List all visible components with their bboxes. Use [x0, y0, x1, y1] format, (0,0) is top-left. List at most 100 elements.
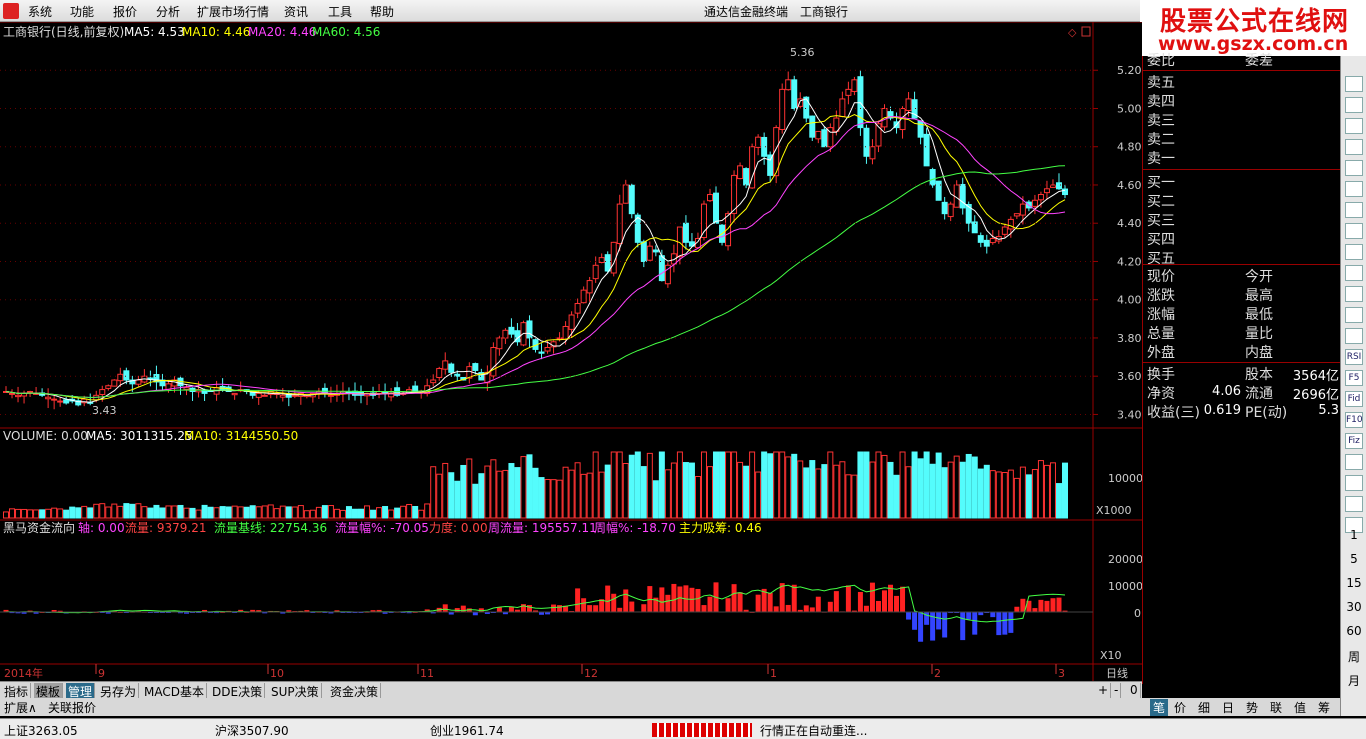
volume-bar [231, 505, 238, 519]
tool-icon-7[interactable] [1345, 223, 1363, 239]
candle-body [1043, 188, 1050, 194]
candle-body [1031, 199, 1038, 207]
tool-icon-5[interactable] [1345, 181, 1363, 197]
tool-icon-8[interactable] [1345, 244, 1363, 260]
period-button-2[interactable]: 15 [1341, 576, 1366, 590]
quote-info-left-4: 外盘 [1147, 345, 1175, 361]
candle-body [15, 394, 22, 398]
period-button-5[interactable]: 周 [1341, 648, 1366, 665]
flow-bar [1044, 600, 1050, 612]
flow-bar [641, 604, 647, 612]
menu-item-quote[interactable]: 报价 [113, 3, 137, 20]
tool-icon-2[interactable] [1345, 118, 1363, 134]
tab-1[interactable]: 模板 [34, 683, 64, 699]
ext-tab-1[interactable]: 关联报价 [48, 699, 96, 716]
zoom-tab-1[interactable]: - [1112, 683, 1122, 698]
tab-5[interactable]: DDE决策 [210, 683, 266, 699]
quote-extra-l1-1: 净资 [1147, 386, 1175, 402]
right-tab-4[interactable]: 势 [1246, 699, 1258, 716]
menu-item-news[interactable]: 资讯 [284, 3, 308, 20]
candle-body [279, 394, 286, 398]
period-button-6[interactable]: 月 [1341, 672, 1366, 689]
tool-icon-19[interactable] [1345, 475, 1363, 491]
candle-body [57, 400, 64, 403]
right-tab-1[interactable]: 价 [1174, 699, 1186, 716]
tab-6[interactable]: SUP决策 [269, 683, 322, 699]
volume-bar [544, 479, 551, 519]
menu-item-help[interactable]: 帮助 [370, 3, 394, 20]
flow-bar [731, 584, 737, 612]
candle-body [496, 337, 503, 350]
candle-body [640, 241, 647, 262]
ext-tab-0[interactable]: 扩展∧ [4, 699, 37, 716]
right-tab-2[interactable]: 细 [1198, 699, 1210, 716]
volume-bar [694, 476, 701, 519]
menu-item-function[interactable]: 功能 [70, 3, 94, 20]
status-sh-index[interactable]: 上证3263.05 [4, 722, 78, 739]
tool-icon-16[interactable]: F10 [1345, 412, 1363, 428]
volume-bar [315, 506, 322, 519]
period-button-3[interactable]: 30 [1341, 600, 1366, 614]
tool-icon-3[interactable] [1345, 139, 1363, 155]
kline-chart[interactable]: 工商银行(日线,前复权) MA5: 4.53 MA10: 4.46 MA20: … [0, 22, 1142, 684]
volume-bar [45, 508, 52, 519]
period-button-0[interactable]: 1 [1341, 528, 1366, 542]
flow-bar [442, 604, 448, 612]
tool-icon-20[interactable] [1345, 496, 1363, 512]
tool-icon-13[interactable]: RSI [1345, 349, 1363, 365]
flow-bar [827, 601, 833, 612]
flow-bar [833, 591, 839, 612]
tool-icon-4[interactable] [1345, 160, 1363, 176]
flow-bar [857, 591, 863, 612]
menu-item-ext-market[interactable]: 扩展市场行情 [197, 3, 269, 20]
tool-icon-15[interactable]: Fid [1345, 391, 1363, 407]
price-tick-6: 4.00 [1117, 294, 1142, 307]
tab-7[interactable]: 资金决策 [328, 683, 382, 699]
volume-bar [33, 509, 40, 519]
tool-icon-11[interactable] [1345, 307, 1363, 323]
tool-icon-12[interactable] [1345, 328, 1363, 344]
right-tab-3[interactable]: 日 [1222, 699, 1234, 716]
period-button-1[interactable]: 5 [1341, 552, 1366, 566]
zoom-tab-0[interactable]: + [1096, 683, 1112, 698]
tool-icon-0[interactable] [1345, 76, 1363, 92]
right-tab-0[interactable]: 笔 [1150, 699, 1169, 716]
tool-icon-9[interactable] [1345, 265, 1363, 281]
tool-icon-17[interactable]: Fiz [1345, 433, 1363, 449]
menu-item-analysis[interactable]: 分析 [156, 3, 180, 20]
ma10-label: MA10: 4.46 [182, 25, 250, 39]
flow-bar [996, 612, 1002, 636]
tab-2[interactable]: 管理 [66, 683, 96, 699]
zoom-tab-2[interactable]: 0 [1128, 683, 1141, 698]
expand-icon[interactable]: ◇ [1068, 26, 1077, 39]
volume-bar [899, 451, 906, 519]
tab-3[interactable]: 另存为 [98, 683, 140, 699]
tab-0[interactable]: 指标 [2, 683, 32, 699]
flow-bar [671, 583, 677, 612]
flow-bar [881, 590, 887, 612]
right-tab-7[interactable]: 筹 [1318, 699, 1330, 716]
volume-ma10: MA10: 3144550.50 [184, 429, 298, 443]
tool-icon-14[interactable]: F5 [1345, 370, 1363, 386]
menu-item-system[interactable]: 系统 [28, 3, 52, 20]
candle-body [574, 303, 581, 314]
volume-bar [556, 479, 563, 519]
period-label[interactable]: 日线 [1106, 666, 1128, 680]
extension-tabs: 扩展∧ 关联报价 [0, 698, 1142, 716]
period-button-4[interactable]: 60 [1341, 624, 1366, 638]
tab-4[interactable]: MACD基本 [142, 683, 207, 699]
flow-bar [587, 605, 593, 612]
status-hs-index[interactable]: 沪深3507.90 [215, 722, 289, 739]
candle-body [815, 130, 822, 140]
tool-icon-18[interactable] [1345, 454, 1363, 470]
tool-icon-10[interactable] [1345, 286, 1363, 302]
right-tab-6[interactable]: 值 [1294, 699, 1306, 716]
status-cy-index[interactable]: 创业1961.74 [430, 722, 504, 739]
tool-icon-6[interactable] [1345, 202, 1363, 218]
right-tab-5[interactable]: 联 [1270, 699, 1282, 716]
flow-bar [972, 612, 978, 635]
candle-body [767, 154, 774, 176]
quote-info-right-4: 内盘 [1245, 345, 1273, 361]
tool-icon-1[interactable] [1345, 97, 1363, 113]
menu-item-tools[interactable]: 工具 [328, 3, 352, 20]
